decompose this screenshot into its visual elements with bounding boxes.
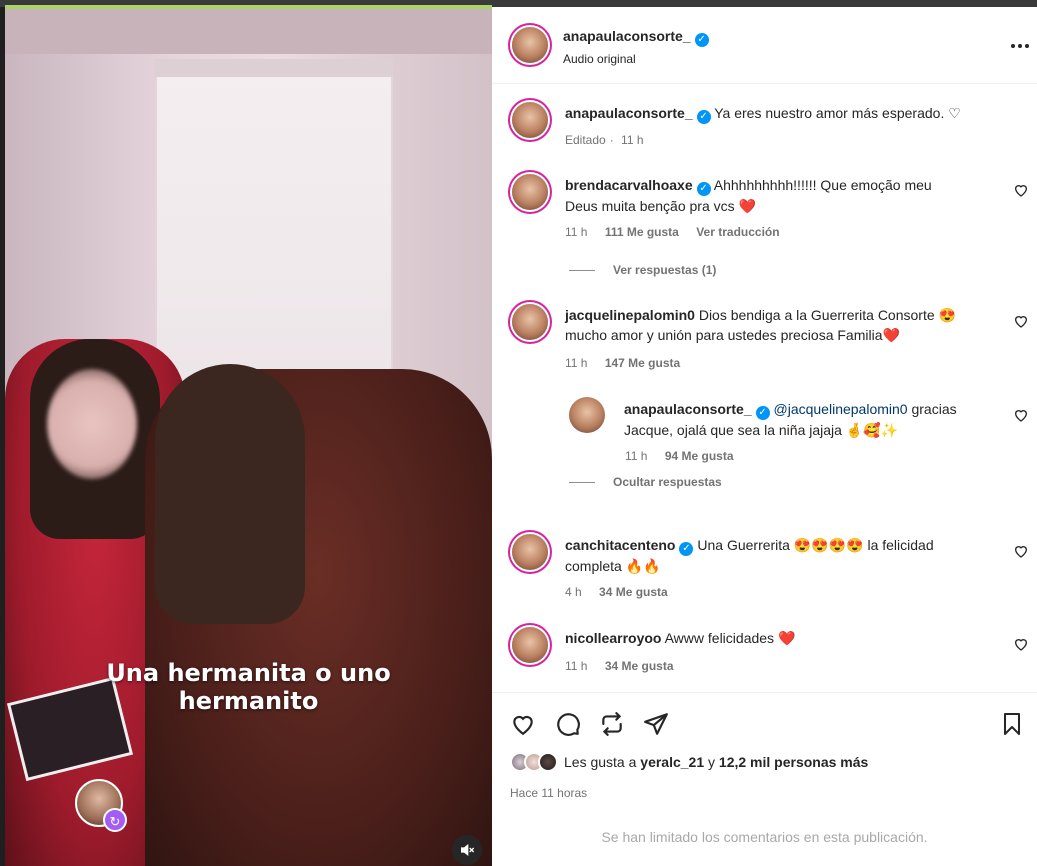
comment-username[interactable]: nicollearroyoo: [565, 630, 661, 646]
comment-likes[interactable]: 111 Me gusta: [605, 225, 679, 239]
author-username[interactable]: anapaulaconsorte_: [563, 28, 691, 44]
reply-likes[interactable]: 94 Me gusta: [665, 449, 734, 463]
video-ceiling: [5, 9, 492, 54]
view-replies-label[interactable]: Ver respuestas (1): [613, 263, 716, 277]
muted-speaker-icon: [461, 843, 475, 857]
video-person-right-hair: [155, 364, 305, 624]
comment-time[interactable]: 11 h: [565, 659, 587, 673]
caption-line-2: hermanito: [178, 687, 319, 715]
comment-row: canchitacenteno ✓ Una Guerrerita 😍😍😍😍 la …: [565, 535, 995, 576]
bookmark-icon[interactable]: [1000, 711, 1024, 737]
verified-badge-icon: ✓: [755, 406, 770, 420]
edited-label: Editado: [565, 133, 606, 147]
comment-text: Ahhhhhhhhh!!!!!! Que emoção meu: [713, 177, 932, 193]
comment-avatar[interactable]: [512, 534, 548, 570]
reply-username[interactable]: anapaulaconsorte_: [624, 401, 752, 417]
comment-like-heart-icon[interactable]: [1013, 313, 1029, 329]
comment-avatar[interactable]: [512, 304, 548, 340]
translate-link[interactable]: Ver traducción: [696, 225, 779, 239]
comment-avatar[interactable]: [512, 174, 548, 210]
video-caption: Una hermanita o uno hermanito: [5, 659, 492, 715]
likes-text: Les gusta a yeralc_21 y 12,2 mil persona…: [564, 754, 868, 770]
comment-like-heart-icon[interactable]: [1013, 543, 1029, 559]
verified-badge-icon: ✓: [694, 33, 709, 47]
hide-replies-label[interactable]: Ocultar respuestas: [613, 475, 722, 489]
caption-text: Ya eres nuestro amor más esperado. ♡: [714, 105, 961, 121]
reply-row: anapaulaconsorte_ ✓ @jacquelinepalomin0 g…: [624, 399, 1014, 440]
caption-row: anapaulaconsorte_ ✓ Ya eres nuestro amor …: [565, 103, 1005, 124]
browser-top-strip: [0, 0, 1037, 9]
comment-username[interactable]: jacquelinepalomin0: [565, 307, 695, 323]
likes-joiner: y: [708, 754, 716, 770]
verified-badge-icon: ✓: [696, 182, 711, 196]
likes-user[interactable]: yeralc_21: [640, 754, 704, 770]
replies-divider: [569, 270, 595, 272]
audio-label[interactable]: Audio original: [563, 52, 709, 66]
send-icon[interactable]: [643, 711, 669, 737]
verified-badge-icon: ✓: [696, 110, 711, 124]
comment-text: Awww felicidades ❤️: [664, 630, 796, 646]
author-block: anapaulaconsorte_ ✓ Audio original: [563, 28, 709, 66]
comment-row: brendacarvalhoaxe ✓ Ahhhhhhhhh!!!!!! Que …: [565, 175, 995, 216]
reply-text: gracias: [907, 401, 957, 417]
comment-text: completa 🔥🔥: [565, 558, 661, 574]
reply-mention[interactable]: @jacquelinepalomin0: [774, 401, 908, 417]
comment-likes[interactable]: 34 Me gusta: [599, 585, 668, 599]
comment-row: jacquelinepalomin0 Dios bendiga a la Gue…: [565, 305, 1005, 345]
post-header: anapaulaconsorte_ ✓ Audio original: [492, 7, 1037, 84]
more-options-icon[interactable]: [1010, 43, 1030, 49]
repost-icon[interactable]: [599, 711, 625, 737]
caption-username[interactable]: anapaulaconsorte_: [565, 105, 693, 121]
comment-likes[interactable]: 34 Me gusta: [605, 659, 674, 673]
comment-text: Dios bendiga a la Guerrerita Consorte 😍: [698, 307, 956, 323]
comment-time[interactable]: 11 h: [565, 356, 587, 370]
reply-meta: 11 h 94 Me gusta: [625, 449, 748, 463]
remix-icon[interactable]: ↻: [103, 808, 127, 832]
comment-like-heart-icon[interactable]: [1013, 636, 1029, 652]
replies-divider: [569, 482, 595, 484]
hide-replies[interactable]: Ocultar respuestas: [569, 475, 722, 489]
comments-limited-notice: Se han limitado los comentarios en esta …: [601, 829, 928, 845]
likes-count[interactable]: 12,2 mil personas más: [719, 754, 868, 770]
comment-row: nicollearroyoo Awww felicidades ❤️: [565, 628, 995, 648]
verified-badge-icon: ✓: [679, 542, 694, 556]
comment-meta: 11 h 147 Me gusta: [565, 356, 694, 370]
liker-avatar: [538, 752, 558, 772]
comment-meta: 11 h 111 Me gusta Ver traducción: [565, 225, 794, 239]
view-replies[interactable]: Ver respuestas (1): [569, 263, 716, 277]
caption-meta: Editado · 11 h: [565, 133, 644, 147]
comment-text: Deus muita benção pra vcs ❤️: [565, 198, 756, 214]
comment-time[interactable]: 4 h: [565, 585, 582, 599]
video-blurred-face: [47, 369, 137, 479]
reply-like-heart-icon[interactable]: [1013, 407, 1029, 423]
post-time[interactable]: Hace 11 horas: [510, 786, 587, 800]
comment-like-heart-icon[interactable]: [1013, 182, 1029, 198]
mute-button[interactable]: [452, 835, 482, 865]
reply-avatar[interactable]: [569, 397, 605, 433]
comment-meta: 11 h 34 Me gusta: [565, 659, 688, 673]
heart-icon[interactable]: [510, 711, 536, 737]
comment-meta: 4 h 34 Me gusta: [565, 585, 682, 599]
reply-text: Jacque, ojalá que sea la niña jajaja 🤞🥰✨: [624, 422, 899, 438]
likes-prefix: Les gusta a: [564, 754, 637, 770]
post-panel: anapaulaconsorte_ ✓ Audio original anapau…: [492, 7, 1037, 866]
author-avatar[interactable]: [512, 27, 548, 63]
reel-video[interactable]: Una hermanita o uno hermanito ↻: [5, 9, 492, 866]
reply-time[interactable]: 11 h: [625, 449, 647, 463]
comment-username[interactable]: brendacarvalhoaxe: [565, 177, 693, 193]
likes-summary: Les gusta a yeralc_21 y 12,2 mil persona…: [510, 752, 868, 772]
comment-time[interactable]: 11 h: [565, 225, 587, 239]
comment-likes[interactable]: 147 Me gusta: [605, 356, 680, 370]
comment-username[interactable]: canchitacenteno: [565, 537, 675, 553]
caption-time[interactable]: 11 h: [621, 133, 643, 147]
comment-avatar[interactable]: [512, 627, 548, 663]
caption-line-1: Una hermanita o uno: [106, 659, 391, 687]
video-blind-bar: [155, 59, 393, 77]
comment-text: mucho amor y unión para ustedes preciosa…: [565, 327, 900, 343]
comment-text: Una Guerrerita 😍😍😍😍 la felicidad: [697, 537, 934, 553]
comment-icon[interactable]: [555, 711, 581, 737]
caption-avatar[interactable]: [512, 102, 548, 138]
